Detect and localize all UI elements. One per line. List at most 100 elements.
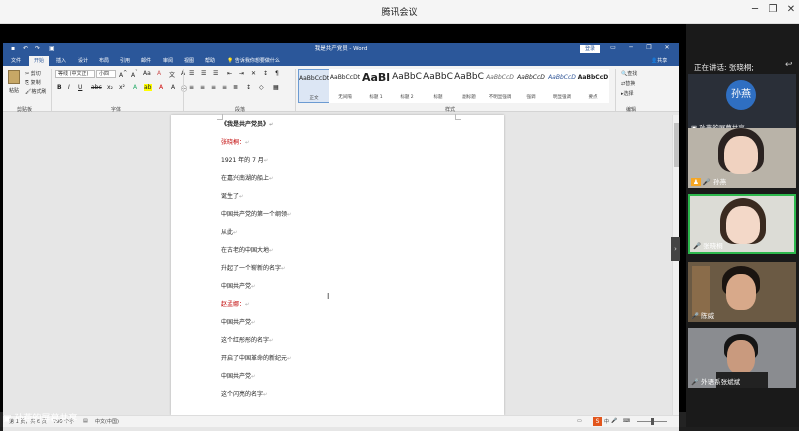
- chinese-layout-icon[interactable]: ✕: [251, 70, 256, 77]
- enclose-char-icon[interactable]: ㊀: [181, 84, 187, 93]
- document-line[interactable]: 诞生了↵: [221, 191, 243, 200]
- document-line[interactable]: 中国共产党↵: [221, 317, 255, 326]
- tab-help[interactable]: 帮助: [205, 57, 215, 64]
- clear-format-icon[interactable]: A: [157, 70, 161, 77]
- bullets-icon[interactable]: ☰: [189, 70, 194, 77]
- sort-icon[interactable]: ↕: [263, 70, 268, 77]
- style-strong[interactable]: AaBbCcD 要点: [577, 69, 609, 103]
- document-line[interactable]: 1921 年的 7 月↵: [221, 155, 268, 164]
- tab-references[interactable]: 引用: [120, 57, 130, 64]
- underline-icon[interactable]: U: [78, 84, 82, 91]
- document-line[interactable]: 中国共产党的第一个纲领↵: [221, 209, 291, 218]
- document-line[interactable]: 中国共产党↵: [221, 371, 255, 380]
- italic-icon[interactable]: I: [68, 84, 70, 91]
- style-emphasis[interactable]: AaBbCcD 强调: [515, 69, 547, 103]
- numbering-icon[interactable]: ☰: [201, 70, 206, 77]
- line-spacing-icon[interactable]: ↕: [246, 84, 251, 91]
- document-line[interactable]: 这个闪亮的名字↵: [221, 389, 267, 398]
- document-line[interactable]: 从此↵: [221, 227, 237, 236]
- distributed-icon[interactable]: ≣: [233, 84, 238, 91]
- format-painter-button[interactable]: 🖌格式刷: [25, 88, 46, 95]
- show-marks-icon[interactable]: ¶: [275, 70, 279, 77]
- document-line[interactable]: 张晓桐：↵: [221, 137, 249, 146]
- ime-lang-icon[interactable]: 中: [604, 418, 609, 425]
- word-minimize-icon[interactable]: ─: [626, 44, 636, 51]
- align-left-icon[interactable]: ≡: [189, 84, 194, 91]
- find-button[interactable]: 🔍查找: [621, 70, 637, 77]
- style-subtitle[interactable]: AaBbC 副标题: [453, 69, 485, 103]
- font-color-icon[interactable]: A: [159, 84, 163, 91]
- style-normal[interactable]: AaBbCcDt 正文: [298, 69, 330, 103]
- word-restore-icon[interactable]: ❐: [644, 44, 654, 51]
- subscript-icon[interactable]: x₂: [107, 84, 113, 91]
- document-line[interactable]: 升起了一个崭新的名字↵: [221, 263, 285, 272]
- share-button[interactable]: 👤共享: [651, 57, 667, 64]
- increase-indent-icon[interactable]: ⇥: [239, 70, 244, 77]
- shading-icon[interactable]: ◇: [259, 84, 264, 91]
- back-arrow-icon[interactable]: ↩: [785, 60, 793, 70]
- tab-layout[interactable]: 布局: [99, 57, 109, 64]
- zoom-slider-knob[interactable]: [651, 418, 654, 425]
- participant-tile-zhangxiaotong[interactable]: 🎤 张晓桐: [688, 194, 796, 254]
- style-no-spacing[interactable]: AaBbCcDt 无间隔: [329, 69, 361, 103]
- document-page[interactable]: 《我是共产党员》↵ 张晓桐：↵ 1921 年的 7 月↵ 在嘉兴南湖的船上↵ 诞生了↵ 中…: [171, 114, 504, 415]
- decrease-indent-icon[interactable]: ⇤: [227, 70, 232, 77]
- tab-view[interactable]: 视图: [184, 57, 194, 64]
- style-intense-emphasis[interactable]: AaBbCcD 明显强调: [546, 69, 578, 103]
- tab-home[interactable]: 开始: [29, 56, 50, 66]
- ime-icon[interactable]: S: [593, 417, 602, 426]
- tab-mailings[interactable]: 邮件: [141, 57, 151, 64]
- document-line[interactable]: 中国共产党↵: [221, 281, 255, 290]
- font-name-select[interactable]: 等线 (中文正): [55, 70, 95, 78]
- phonetic-icon[interactable]: 文: [169, 70, 175, 79]
- participant-tile-sunyan[interactable]: ♟ 🎤 孙燕: [688, 128, 796, 188]
- bold-icon[interactable]: B: [57, 84, 62, 91]
- style-subtle-emphasis[interactable]: AaBbCcD 不明显强调: [484, 69, 516, 103]
- multilevel-list-icon[interactable]: ☰: [213, 70, 218, 77]
- tab-review[interactable]: 审阅: [163, 57, 173, 64]
- paste-label[interactable]: 粘贴: [9, 87, 19, 94]
- login-button[interactable]: 登录: [580, 45, 600, 53]
- change-case-icon[interactable]: Aa: [143, 70, 151, 77]
- style-heading-2[interactable]: AaBbC 标题 2: [391, 69, 423, 103]
- ribbon-display-icon[interactable]: ▭: [608, 44, 618, 51]
- paste-icon[interactable]: [8, 70, 20, 84]
- cut-button[interactable]: ✂ 剪切: [25, 70, 41, 77]
- tab-insert[interactable]: 插入: [56, 57, 66, 64]
- superscript-icon[interactable]: x²: [119, 84, 125, 91]
- shrink-font-icon[interactable]: Aˇ: [131, 70, 138, 79]
- participant-tile-share[interactable]: 孙燕 ▣ 孙燕的屏幕共享: [688, 74, 796, 134]
- scrollbar-thumb[interactable]: [674, 123, 679, 167]
- collapse-panel-toggle[interactable]: ›: [671, 237, 680, 261]
- copy-button[interactable]: ⎘ 复制: [25, 79, 41, 86]
- borders-icon[interactable]: ▦: [273, 84, 279, 91]
- align-right-icon[interactable]: ≡: [211, 84, 216, 91]
- participant-tile-zhangbinbin[interactable]: 🎤 外语系张斌斌: [688, 328, 796, 388]
- tell-me-search[interactable]: 💡 告诉我你想要做什么: [227, 57, 280, 64]
- keyboard-icon[interactable]: ⌨: [623, 418, 630, 424]
- justify-icon[interactable]: ≡: [222, 84, 227, 91]
- proofing-icon[interactable]: ▤: [83, 418, 88, 424]
- document-line[interactable]: 《我是共产党员》↵: [221, 119, 273, 128]
- document-line[interactable]: 在古老的中国大地↵: [221, 245, 273, 254]
- font-size-select[interactable]: 小四: [96, 70, 116, 78]
- document-line[interactable]: 开启了中国革命的新纪元↵: [221, 353, 291, 362]
- participant-tile-chenwei[interactable]: 🎤 陈威: [688, 262, 796, 322]
- grow-font-icon[interactable]: A^: [119, 70, 127, 79]
- document-line[interactable]: 赵孟娜：↵: [221, 299, 249, 308]
- close-icon[interactable]: ✕: [784, 4, 798, 15]
- document-line[interactable]: 这个红彤彤的名字↵: [221, 335, 273, 344]
- char-shading-icon[interactable]: A: [171, 84, 175, 91]
- highlight-icon[interactable]: ab: [144, 84, 152, 91]
- language-status[interactable]: 中文(中国): [95, 418, 119, 425]
- read-mode-icon[interactable]: ▭: [577, 418, 582, 424]
- minimize-icon[interactable]: ─: [748, 4, 762, 15]
- select-button[interactable]: ▸选择: [621, 90, 634, 97]
- microphone-icon[interactable]: 🎤: [611, 418, 617, 424]
- style-title[interactable]: AaBbC 标题: [422, 69, 454, 103]
- restore-icon[interactable]: ❐: [766, 4, 780, 15]
- tab-file[interactable]: 文件: [11, 57, 21, 64]
- replace-button[interactable]: ⇄替换: [621, 80, 635, 87]
- align-center-icon[interactable]: ≡: [200, 84, 205, 91]
- text-effects-icon[interactable]: A: [133, 84, 137, 91]
